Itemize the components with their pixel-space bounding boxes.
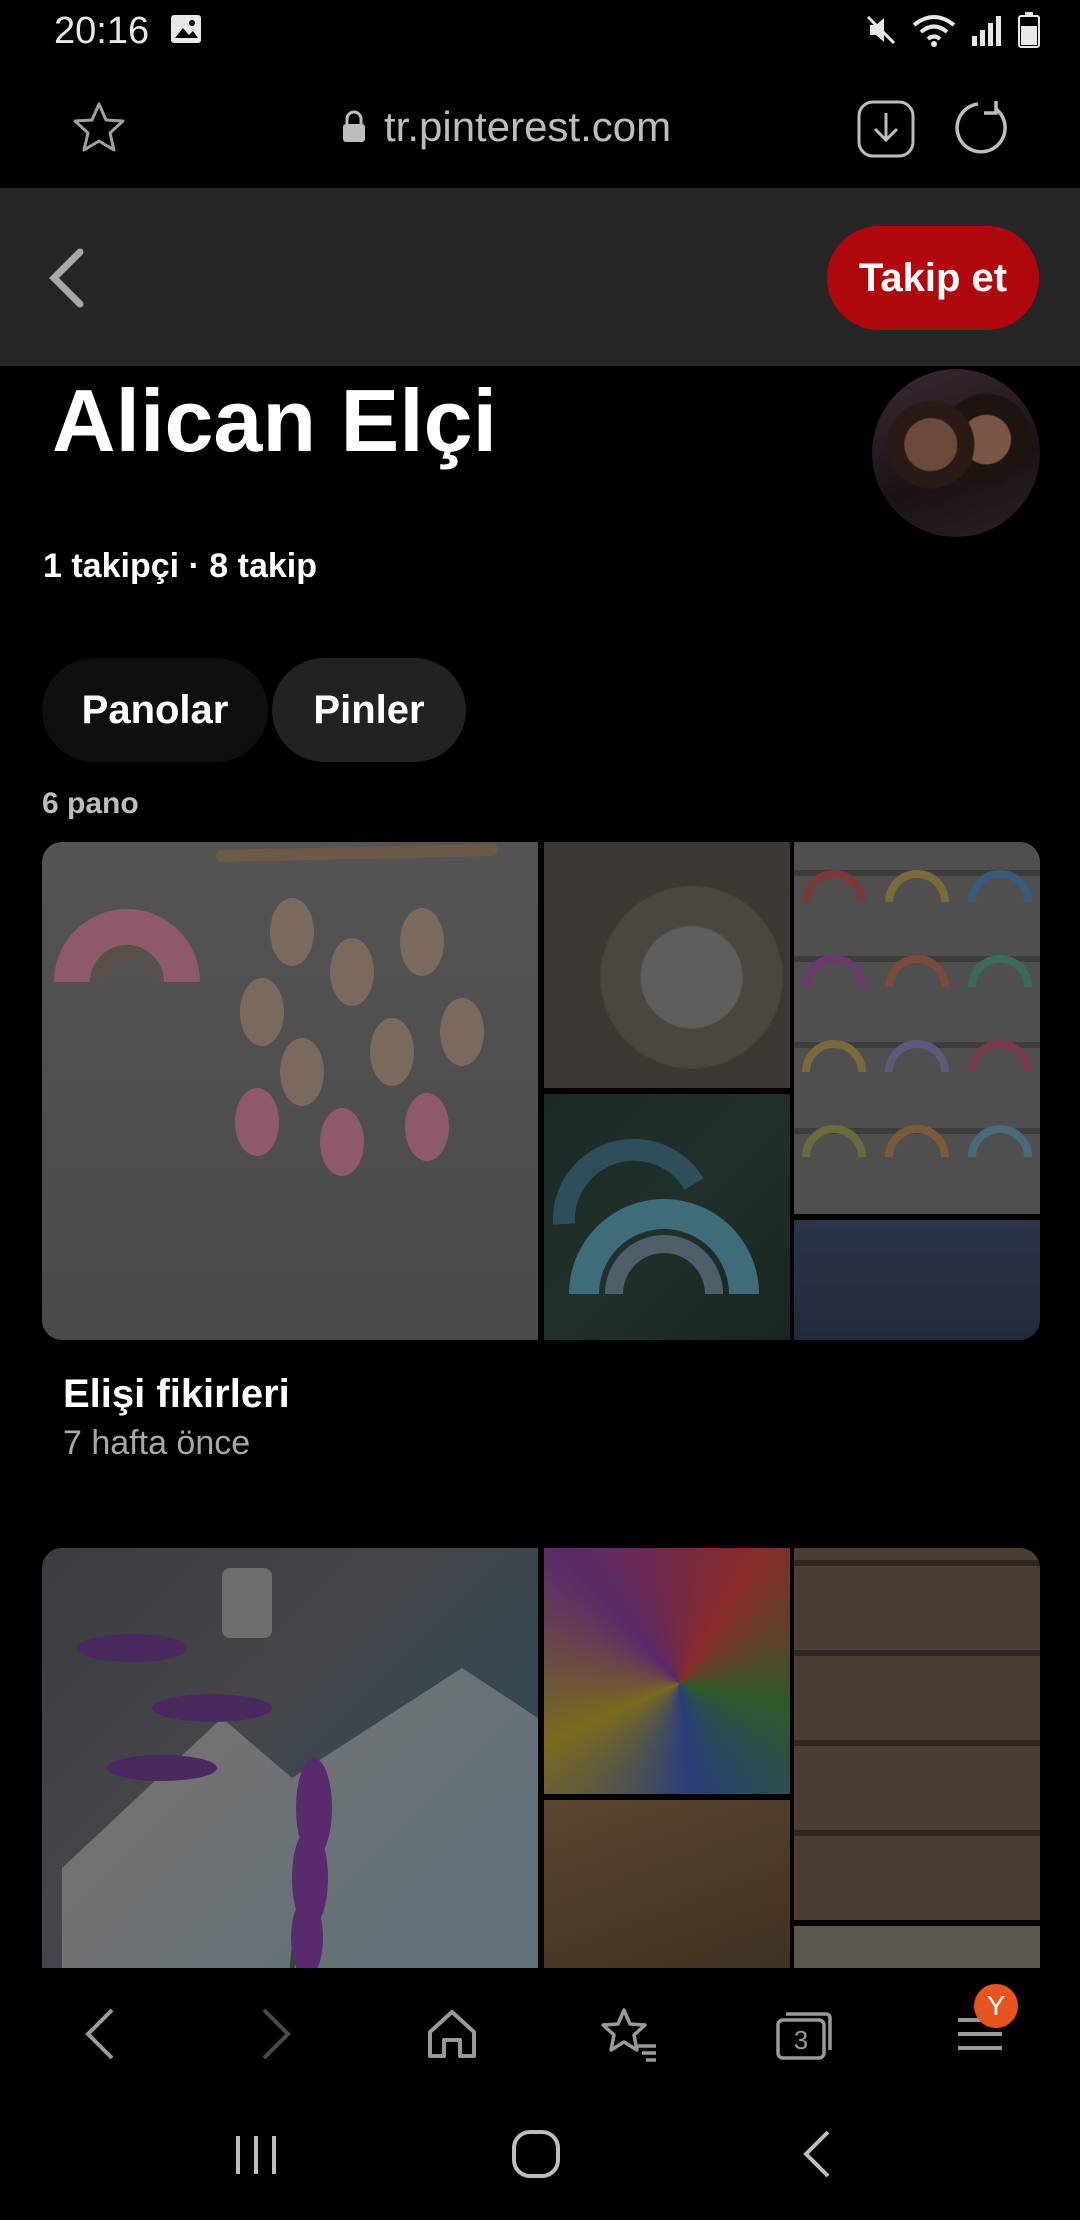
- image-icon: [170, 14, 202, 49]
- browser-back-icon[interactable]: [64, 1998, 136, 2070]
- board-thumb-image: [544, 1800, 790, 1968]
- board-thumb-image: [794, 1220, 1040, 1340]
- battery-icon: [1018, 12, 1040, 53]
- board-thumb-image: [794, 1548, 1040, 1920]
- status-bar: 20:16: [0, 0, 1080, 64]
- back-arrow-icon[interactable]: [46, 246, 88, 315]
- mute-icon: [864, 13, 898, 52]
- reload-icon[interactable]: [952, 97, 1012, 162]
- home-button-icon[interactable]: [510, 2128, 562, 2185]
- status-time: 20:16: [54, 10, 150, 52]
- follow-counts[interactable]: 1 takipçi · 8 takip: [43, 547, 317, 586]
- recent-apps-icon[interactable]: [232, 2132, 280, 2183]
- profile-name: Alican Elçi: [52, 371, 498, 470]
- board-cover-image: [42, 1548, 538, 1968]
- wifi-icon: [912, 13, 956, 52]
- tab-count: 3: [793, 2024, 809, 2055]
- bookmark-star-icon[interactable]: [70, 100, 128, 161]
- system-back-icon[interactable]: [800, 2128, 834, 2185]
- signal-icon: [970, 14, 1004, 51]
- board-card[interactable]: [42, 1548, 1040, 1968]
- status-icons: [864, 12, 1040, 53]
- browser-forward-icon[interactable]: [240, 1998, 312, 2070]
- download-icon[interactable]: [856, 99, 916, 164]
- profile-badge: Y: [974, 1984, 1018, 2028]
- follow-button[interactable]: Takip et: [827, 226, 1039, 330]
- board-cover-image: [42, 842, 538, 1340]
- board-thumb-image: [544, 1094, 790, 1340]
- home-icon[interactable]: [416, 1998, 488, 2070]
- board-card[interactable]: [42, 842, 1040, 1340]
- url-text[interactable]: tr.pinterest.com: [384, 103, 671, 151]
- tabs-icon[interactable]: 3: [768, 1998, 840, 2070]
- board-thumb-image: [544, 1548, 790, 1794]
- board-thumb-image: [794, 842, 1040, 1214]
- browser-toolbar: [0, 1968, 1080, 2100]
- tab-boards[interactable]: Panolar: [42, 658, 268, 762]
- bookmarks-icon[interactable]: [592, 1998, 664, 2070]
- tab-pins[interactable]: Pinler: [272, 658, 466, 762]
- lock-icon: [340, 110, 368, 149]
- avatar[interactable]: [872, 369, 1040, 537]
- board-title[interactable]: Elişi fikirleri: [63, 1372, 290, 1417]
- board-updated-time: 7 hafta önce: [63, 1424, 251, 1462]
- board-count: 6 pano: [42, 787, 139, 820]
- board-thumb-image: [544, 842, 790, 1088]
- board-thumb-image: [794, 1926, 1040, 1968]
